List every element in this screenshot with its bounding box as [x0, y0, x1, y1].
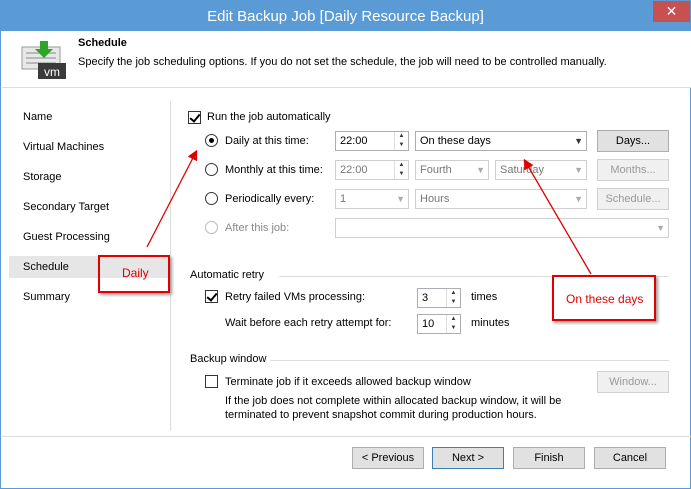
backup-window-note-line2: terminated to prevent snapshot commit du…: [225, 409, 537, 421]
retry-wait-spinner[interactable]: ▲ ▼: [446, 315, 460, 333]
daily-time-value: 22:00: [340, 135, 368, 147]
chevron-down-icon: ▼: [656, 223, 665, 233]
retry-wait-label: Wait before each retry attempt for:: [225, 317, 392, 329]
periodically-value: 1: [340, 193, 347, 205]
next-button[interactable]: Next >: [432, 447, 504, 469]
run-automatically-checkbox[interactable]: [188, 111, 201, 124]
terminate-job-label: Terminate job if it exceeds allowed back…: [225, 376, 471, 388]
terminate-job-checkbox[interactable]: [205, 375, 218, 388]
monthly-week-value: Fourth: [420, 164, 452, 176]
daily-time-input[interactable]: 22:00 ▲ ▼: [335, 131, 409, 151]
footer-separator: [2, 436, 691, 437]
retry-count-input[interactable]: 3 ▲ ▼: [417, 288, 461, 308]
edit-backup-job-window: Edit Backup Job [Daily Resource Backup] …: [0, 0, 691, 489]
window-title: Edit Backup Job [Daily Resource Backup]: [207, 8, 484, 25]
periodically-value-select[interactable]: 1 ▼: [335, 189, 409, 209]
monthly-time-spinner[interactable]: ▲ ▼: [394, 161, 408, 179]
title-bar: Edit Backup Job [Daily Resource Backup] …: [1, 1, 690, 31]
backup-window-note-line1: If the job does not complete within allo…: [225, 395, 562, 407]
schedule-button[interactable]: Schedule...: [597, 188, 669, 210]
retry-wait-input[interactable]: 10 ▲ ▼: [417, 314, 461, 334]
wizard-header: vm Schedule Specify the job scheduling o…: [2, 31, 691, 88]
daily-days-select[interactable]: On these days ▼: [415, 131, 587, 151]
daily-days-value: On these days: [420, 135, 491, 147]
sidebar-item-virtual-machines[interactable]: Virtual Machines: [9, 136, 171, 158]
backup-window-separator: [270, 360, 669, 361]
retry-count-value: 3: [422, 292, 429, 304]
months-button[interactable]: Months...: [597, 159, 669, 181]
chevron-down-icon: ▼: [574, 136, 583, 146]
retry-failed-checkbox[interactable]: [205, 290, 218, 303]
monthly-time-input[interactable]: 22:00 ▲ ▼: [335, 160, 409, 180]
backup-window-title: Backup window: [190, 353, 267, 365]
previous-button[interactable]: < Previous: [352, 447, 424, 469]
retry-failed-label: Retry failed VMs processing:: [225, 291, 365, 303]
after-job-radio[interactable]: [205, 221, 218, 234]
sidebar-item-guest-processing[interactable]: Guest Processing: [9, 226, 171, 248]
chevron-down-icon: ▼: [476, 165, 485, 175]
page-description: Specify the job scheduling options. If y…: [78, 56, 607, 68]
periodically-label: Periodically every:: [225, 193, 315, 205]
monthly-day-value: Saturday: [500, 164, 545, 176]
periodically-radio[interactable]: [205, 192, 218, 205]
monthly-radio[interactable]: [205, 163, 218, 176]
monthly-time-value: 22:00: [340, 164, 368, 176]
monthly-week-select[interactable]: Fourth ▼: [415, 160, 489, 180]
sidebar-item-storage[interactable]: Storage: [9, 166, 171, 188]
schedule-panel: Run the job automatically Daily at this …: [172, 101, 687, 436]
page-title: Schedule: [78, 37, 127, 49]
on-these-days-annotation-text: On these days: [566, 292, 644, 306]
periodically-unit-value: Hours: [420, 193, 450, 205]
sidebar-item-name[interactable]: Name: [9, 106, 171, 128]
chevron-down-icon: ▼: [574, 165, 583, 175]
days-button[interactable]: Days...: [597, 130, 669, 152]
retry-wait-unit-label: minutes: [471, 317, 510, 329]
after-job-label: After this job:: [225, 222, 290, 234]
daily-radio[interactable]: [205, 134, 218, 147]
chevron-down-icon: ▼: [396, 194, 405, 204]
finish-button[interactable]: Finish: [513, 447, 585, 469]
periodically-unit-select[interactable]: Hours ▼: [415, 189, 587, 209]
cancel-button[interactable]: Cancel: [594, 447, 666, 469]
automatic-retry-title: Automatic retry: [190, 269, 264, 281]
svg-text:vm: vm: [44, 65, 60, 79]
schedule-vm-icon: vm: [21, 41, 66, 79]
daily-time-spinner[interactable]: ▲ ▼: [394, 132, 408, 150]
window-button[interactable]: Window...: [597, 371, 669, 393]
retry-count-spinner[interactable]: ▲ ▼: [446, 289, 460, 307]
after-job-select[interactable]: ▼: [335, 218, 669, 238]
daily-annotation-text: Daily: [122, 266, 149, 280]
retry-unit-label: times: [471, 291, 498, 303]
daily-label: Daily at this time:: [225, 135, 309, 147]
retry-wait-value: 10: [422, 318, 435, 330]
chevron-down-icon: ▼: [574, 194, 583, 204]
sidebar-item-secondary-target[interactable]: Secondary Target: [9, 196, 171, 218]
run-automatically-label: Run the job automatically: [207, 111, 331, 123]
monthly-label: Monthly at this time:: [225, 164, 323, 176]
close-button[interactable]: ✕: [653, 1, 690, 22]
monthly-day-select[interactable]: Saturday ▼: [495, 160, 587, 180]
